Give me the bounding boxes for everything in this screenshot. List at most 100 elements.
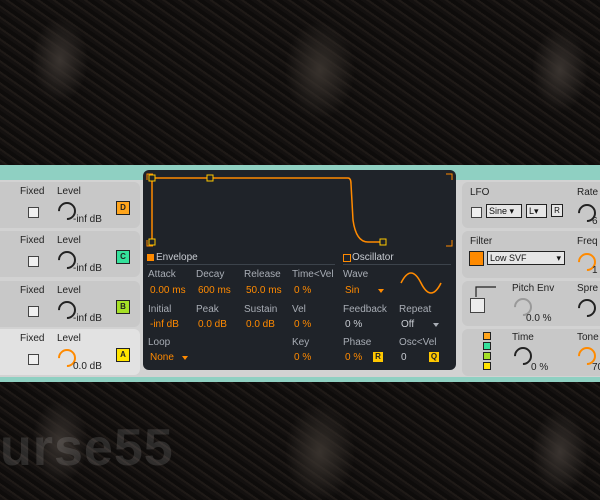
operator-badge[interactable]: D: [116, 201, 130, 215]
envelope-curve: [152, 177, 383, 243]
fixed-checkbox[interactable]: [28, 306, 39, 317]
fixed-checkbox[interactable]: [28, 207, 39, 218]
tone-label: Tone: [577, 332, 599, 343]
filter-type-value: Low SVF: [490, 253, 527, 263]
operator-badge[interactable]: B: [116, 300, 130, 314]
operator-badge[interactable]: C: [116, 250, 130, 264]
corner-bracket-tr: [446, 173, 453, 180]
envelope-node-decay: [206, 174, 214, 182]
freq-value[interactable]: 1: [592, 265, 598, 276]
watermark: urse55: [0, 419, 174, 477]
fixed-checkbox[interactable]: [28, 354, 39, 365]
chain-row[interactable]: Fixed Level 0.0 dB A: [0, 329, 140, 375]
peak-value[interactable]: 0.0 dB: [198, 319, 227, 330]
phase-label: Phase: [343, 337, 372, 348]
sustain-value[interactable]: 0.0 dB: [246, 319, 275, 330]
chain-row[interactable]: Fixed Level -inf dB B: [0, 281, 140, 327]
rate-label: Rate: [577, 187, 599, 198]
pitch-env-value[interactable]: 0.0 %: [526, 313, 552, 324]
level-label: Level: [57, 235, 81, 246]
pitch-env-label: Pitch Env: [512, 283, 555, 294]
lfo-retrigger-button[interactable]: R: [551, 204, 563, 217]
wave-dropdown[interactable]: Sin: [345, 285, 359, 296]
decay-value[interactable]: 600 ms: [198, 285, 231, 296]
fixed-label: Fixed: [20, 235, 45, 246]
release-value[interactable]: 50.0 ms: [246, 285, 282, 296]
key-value[interactable]: 0 %: [294, 352, 311, 363]
lfo-wave-value: Sine: [489, 206, 508, 216]
repeat-dropdown[interactable]: Off: [401, 319, 414, 330]
sustain-label: Sustain: [244, 304, 278, 315]
level-label: Level: [57, 333, 81, 344]
initial-value[interactable]: -inf dB: [150, 319, 179, 330]
chain-row[interactable]: Fixed Level -inf dB C: [0, 231, 140, 277]
oscillator-indicator[interactable]: [343, 254, 351, 262]
envelope-graph[interactable]: [143, 170, 456, 250]
phase-value[interactable]: 0 %: [345, 352, 362, 363]
spread-knob[interactable]: [574, 295, 600, 321]
time-label: Time: [512, 332, 534, 343]
envelope-title: Envelope: [156, 252, 198, 263]
envelope-node-release: [379, 238, 387, 246]
attack-value[interactable]: 0.00 ms: [150, 285, 186, 296]
pitch-env-section: Pitch Env 0.0 % Spre: [462, 281, 600, 326]
lfo-range-value: L: [529, 206, 535, 216]
algorithm-led-3: [483, 352, 491, 360]
lfo-section: LFO Sine ▾ L▾ R Rate 6: [462, 182, 600, 228]
loop-chevron-down-icon[interactable]: [182, 356, 188, 360]
envelope-oscillator-panel: Envelope Attack Decay Release Time<Vel 0…: [143, 170, 456, 370]
chain-row[interactable]: Fixed Level -inf dB D: [0, 182, 140, 228]
oscvel-value[interactable]: 0: [401, 352, 407, 363]
level-label: Level: [57, 186, 81, 197]
level-value[interactable]: -inf dB: [73, 214, 102, 225]
envelope-node-initial: [148, 238, 156, 246]
oscillator-separator: [343, 264, 451, 265]
wave-chevron-down-icon[interactable]: [378, 289, 384, 293]
pitch-env-checkbox[interactable]: [470, 298, 485, 313]
lfo-label: LFO: [470, 187, 490, 198]
fixed-checkbox[interactable]: [28, 256, 39, 267]
rate-value[interactable]: 6: [592, 216, 598, 227]
repeat-label: Repeat: [399, 304, 432, 315]
vel-label: Vel: [292, 304, 306, 315]
algorithm-led-4: [483, 362, 491, 370]
freq-label: Freq: [577, 236, 598, 247]
timevel-value[interactable]: 0 %: [294, 285, 311, 296]
wave-label: Wave: [343, 269, 369, 280]
envelope-node-start: [148, 174, 156, 182]
time-value[interactable]: 0 %: [531, 362, 548, 373]
initial-label: Initial: [148, 304, 172, 315]
lfo-wave-select[interactable]: Sine ▾: [486, 204, 522, 218]
repeat-chevron-down-icon[interactable]: [433, 323, 439, 327]
attack-label: Attack: [148, 269, 176, 280]
filter-enable-checkbox[interactable]: [469, 251, 484, 266]
key-label: Key: [292, 337, 310, 348]
feedback-value[interactable]: 0 %: [345, 319, 362, 330]
tone-value[interactable]: 70: [592, 362, 600, 373]
fixed-label: Fixed: [20, 285, 45, 296]
level-value[interactable]: -inf dB: [73, 313, 102, 324]
oscvel-quantize-button[interactable]: Q: [429, 352, 439, 362]
level-label: Level: [57, 285, 81, 296]
loop-label: Loop: [148, 337, 171, 348]
filter-type-select[interactable]: Low SVF ▾: [487, 251, 565, 265]
filter-label: Filter: [470, 236, 493, 247]
envelope-indicator[interactable]: [147, 254, 154, 261]
lfo-enable-checkbox[interactable]: [471, 207, 482, 218]
feedback-label: Feedback: [343, 304, 387, 315]
filter-chevron-down-icon: ▾: [556, 253, 561, 263]
timevel-label: Time<Vel: [292, 269, 334, 280]
level-value[interactable]: -inf dB: [73, 263, 102, 274]
oscillator-title: Oscillator: [352, 252, 394, 263]
phase-retrigger-button[interactable]: R: [373, 352, 383, 362]
envelope-separator: [147, 264, 335, 265]
loop-dropdown[interactable]: None: [150, 352, 174, 363]
sine-wave-icon: [400, 272, 442, 294]
algorithm-indicator[interactable]: [483, 332, 491, 370]
level-value[interactable]: 0.0 dB: [73, 361, 102, 372]
operator-badge[interactable]: A: [116, 348, 130, 362]
lfo-range-select[interactable]: L▾: [526, 204, 547, 218]
vel-value[interactable]: 0 %: [294, 319, 311, 330]
fixed-label: Fixed: [20, 333, 45, 344]
background-top: [0, 0, 600, 165]
